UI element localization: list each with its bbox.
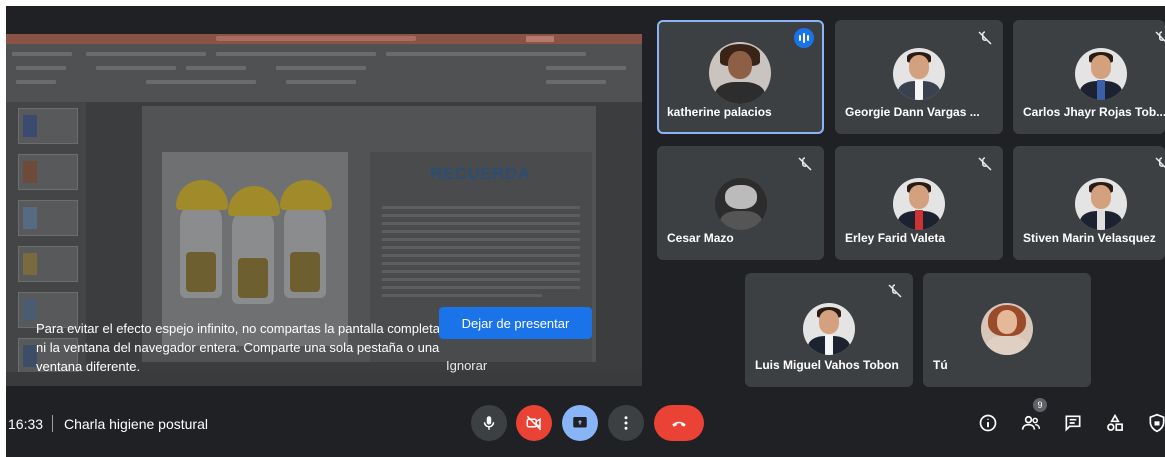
mic-off-icon — [978, 31, 992, 45]
avatar — [981, 303, 1033, 355]
participant-name: Georgie Dann Vargas ... — [845, 105, 980, 119]
avatar — [715, 178, 767, 230]
leave-call-button[interactable] — [654, 405, 704, 441]
mic-off-icon — [1155, 157, 1165, 169]
divider — [52, 415, 53, 432]
people-icon — [1021, 415, 1041, 430]
participant-name: Luis Miguel Vahos Tobon — [755, 358, 899, 372]
meeting-time: 16:33 — [8, 416, 44, 432]
avatar — [1075, 178, 1127, 230]
people-button[interactable] — [1018, 410, 1044, 436]
present-button[interactable] — [562, 405, 598, 441]
host-controls-button[interactable] — [1144, 410, 1165, 436]
meeting-details-button[interactable] — [975, 410, 1001, 436]
camera-off-icon — [526, 415, 542, 431]
avatar — [803, 303, 855, 355]
participant-tile-luis[interactable]: Luis Miguel Vahos Tobon — [745, 273, 913, 387]
participant-tile-cesar[interactable]: Cesar Mazo — [657, 146, 824, 260]
mic-button[interactable] — [471, 405, 507, 441]
participant-tile-erley[interactable]: Erley Farid Valeta — [835, 146, 1003, 260]
more-options-button[interactable] — [608, 405, 644, 441]
speaking-indicator-icon — [794, 28, 814, 48]
participant-name: Cesar Mazo — [667, 231, 734, 245]
present-icon — [573, 417, 587, 428]
avatar — [709, 42, 771, 104]
mic-off-icon — [888, 284, 902, 298]
mirror-warning-text: Para evitar el efecto espejo infinito, n… — [36, 321, 440, 374]
slide-heading: RECUERDA — [430, 164, 531, 183]
avatar — [893, 178, 945, 230]
hang-up-icon — [672, 421, 686, 427]
participant-tile-katherine[interactable]: katherine palacios — [657, 20, 824, 134]
ignore-button[interactable]: Ignorar — [446, 358, 487, 373]
mic-icon — [483, 416, 495, 430]
host-controls-icon — [1149, 413, 1165, 433]
avatar — [1075, 48, 1127, 100]
mic-off-icon — [1155, 31, 1165, 43]
chat-icon — [1065, 415, 1081, 432]
participant-tile-carlos[interactable]: Carlos Jhayr Rojas Tob... — [1013, 20, 1165, 134]
participant-name: katherine palacios — [667, 105, 772, 119]
activities-icon — [1107, 413, 1123, 431]
participant-tile-georgie[interactable]: Georgie Dann Vargas ... — [835, 20, 1003, 134]
camera-toggle-button[interactable] — [516, 405, 552, 441]
participant-name: Stiven Marin Velasquez — [1023, 231, 1156, 245]
mic-off-icon — [978, 157, 992, 171]
mic-off-icon — [798, 157, 812, 171]
chat-button[interactable] — [1060, 410, 1086, 436]
info-icon — [979, 414, 997, 432]
participant-name: Tú — [933, 358, 948, 372]
participant-count-badge: 9 — [1033, 398, 1047, 412]
participant-tile-self[interactable]: Tú — [923, 273, 1091, 387]
slide-image — [162, 152, 348, 346]
participant-name: Erley Farid Valeta — [845, 231, 946, 245]
meeting-title: Charla higiene postural — [64, 416, 208, 432]
activities-button[interactable] — [1102, 410, 1128, 436]
participant-tile-stiven[interactable]: Stiven Marin Velasquez — [1013, 146, 1165, 260]
participant-name: Carlos Jhayr Rojas Tob... — [1023, 105, 1165, 119]
presentation-ribbon — [6, 44, 642, 102]
stop-presenting-button[interactable]: Dejar de presentar — [439, 307, 592, 339]
avatar — [893, 48, 945, 100]
more-options-icon — [624, 416, 628, 430]
presentation-titlebar — [6, 34, 642, 44]
meet-window: RECUERDA Para evitar el efecto espejo in… — [6, 6, 1165, 457]
